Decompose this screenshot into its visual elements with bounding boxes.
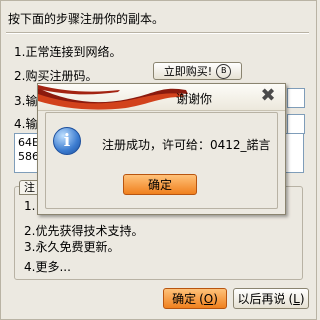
- later-hotkey: L: [293, 291, 300, 306]
- step-2: 2.购买注册码。: [14, 69, 98, 83]
- buy-now-button[interactable]: 立即购买! B: [153, 62, 242, 80]
- register-name-field[interactable]: [287, 88, 305, 108]
- dialog-ok-label: 确定: [147, 178, 172, 192]
- register-code-field-edge[interactable]: [287, 114, 305, 134]
- confirm-label: 确定: [172, 292, 197, 306]
- step-3: 3.输: [14, 94, 38, 108]
- step-4: 4.输: [14, 117, 38, 131]
- dialog-ok-button[interactable]: 确定: [123, 174, 197, 195]
- step-1: 1.正常连接到网络。: [14, 45, 122, 59]
- dialog-titlebar[interactable]: 谢谢你 ✖: [38, 84, 285, 111]
- later-button[interactable]: 以后再说 (L): [233, 288, 309, 309]
- benefit-2: 2.优先获得技术支持。: [24, 224, 144, 238]
- thanks-dialog: 谢谢你 ✖ i 注册成功，许可给：0412_諾言 确定: [37, 83, 286, 215]
- buy-now-hotkey: B: [216, 63, 232, 79]
- confirm-button[interactable]: 确定 (O): [163, 288, 227, 309]
- ribbon-decoration: [38, 85, 188, 110]
- info-icon: i: [53, 127, 81, 155]
- close-icon[interactable]: ✖: [257, 87, 279, 105]
- benefit-1: 1.: [24, 199, 36, 213]
- dialog-message: 注册成功，许可给：0412_諾言: [102, 138, 271, 152]
- benefits-tab-label: 注: [24, 181, 35, 194]
- later-label: 以后再说: [237, 292, 286, 306]
- divider: [6, 32, 309, 34]
- intro-text: 按下面的步骤注册你的副本。: [8, 12, 165, 26]
- buy-now-label: 立即购买!: [163, 65, 213, 78]
- dialog-title: 谢谢你: [176, 92, 213, 106]
- benefit-3: 3.永久免费更新。: [24, 240, 120, 254]
- confirm-hotkey: O: [203, 291, 214, 306]
- benefit-4: 4.更多...: [24, 260, 71, 274]
